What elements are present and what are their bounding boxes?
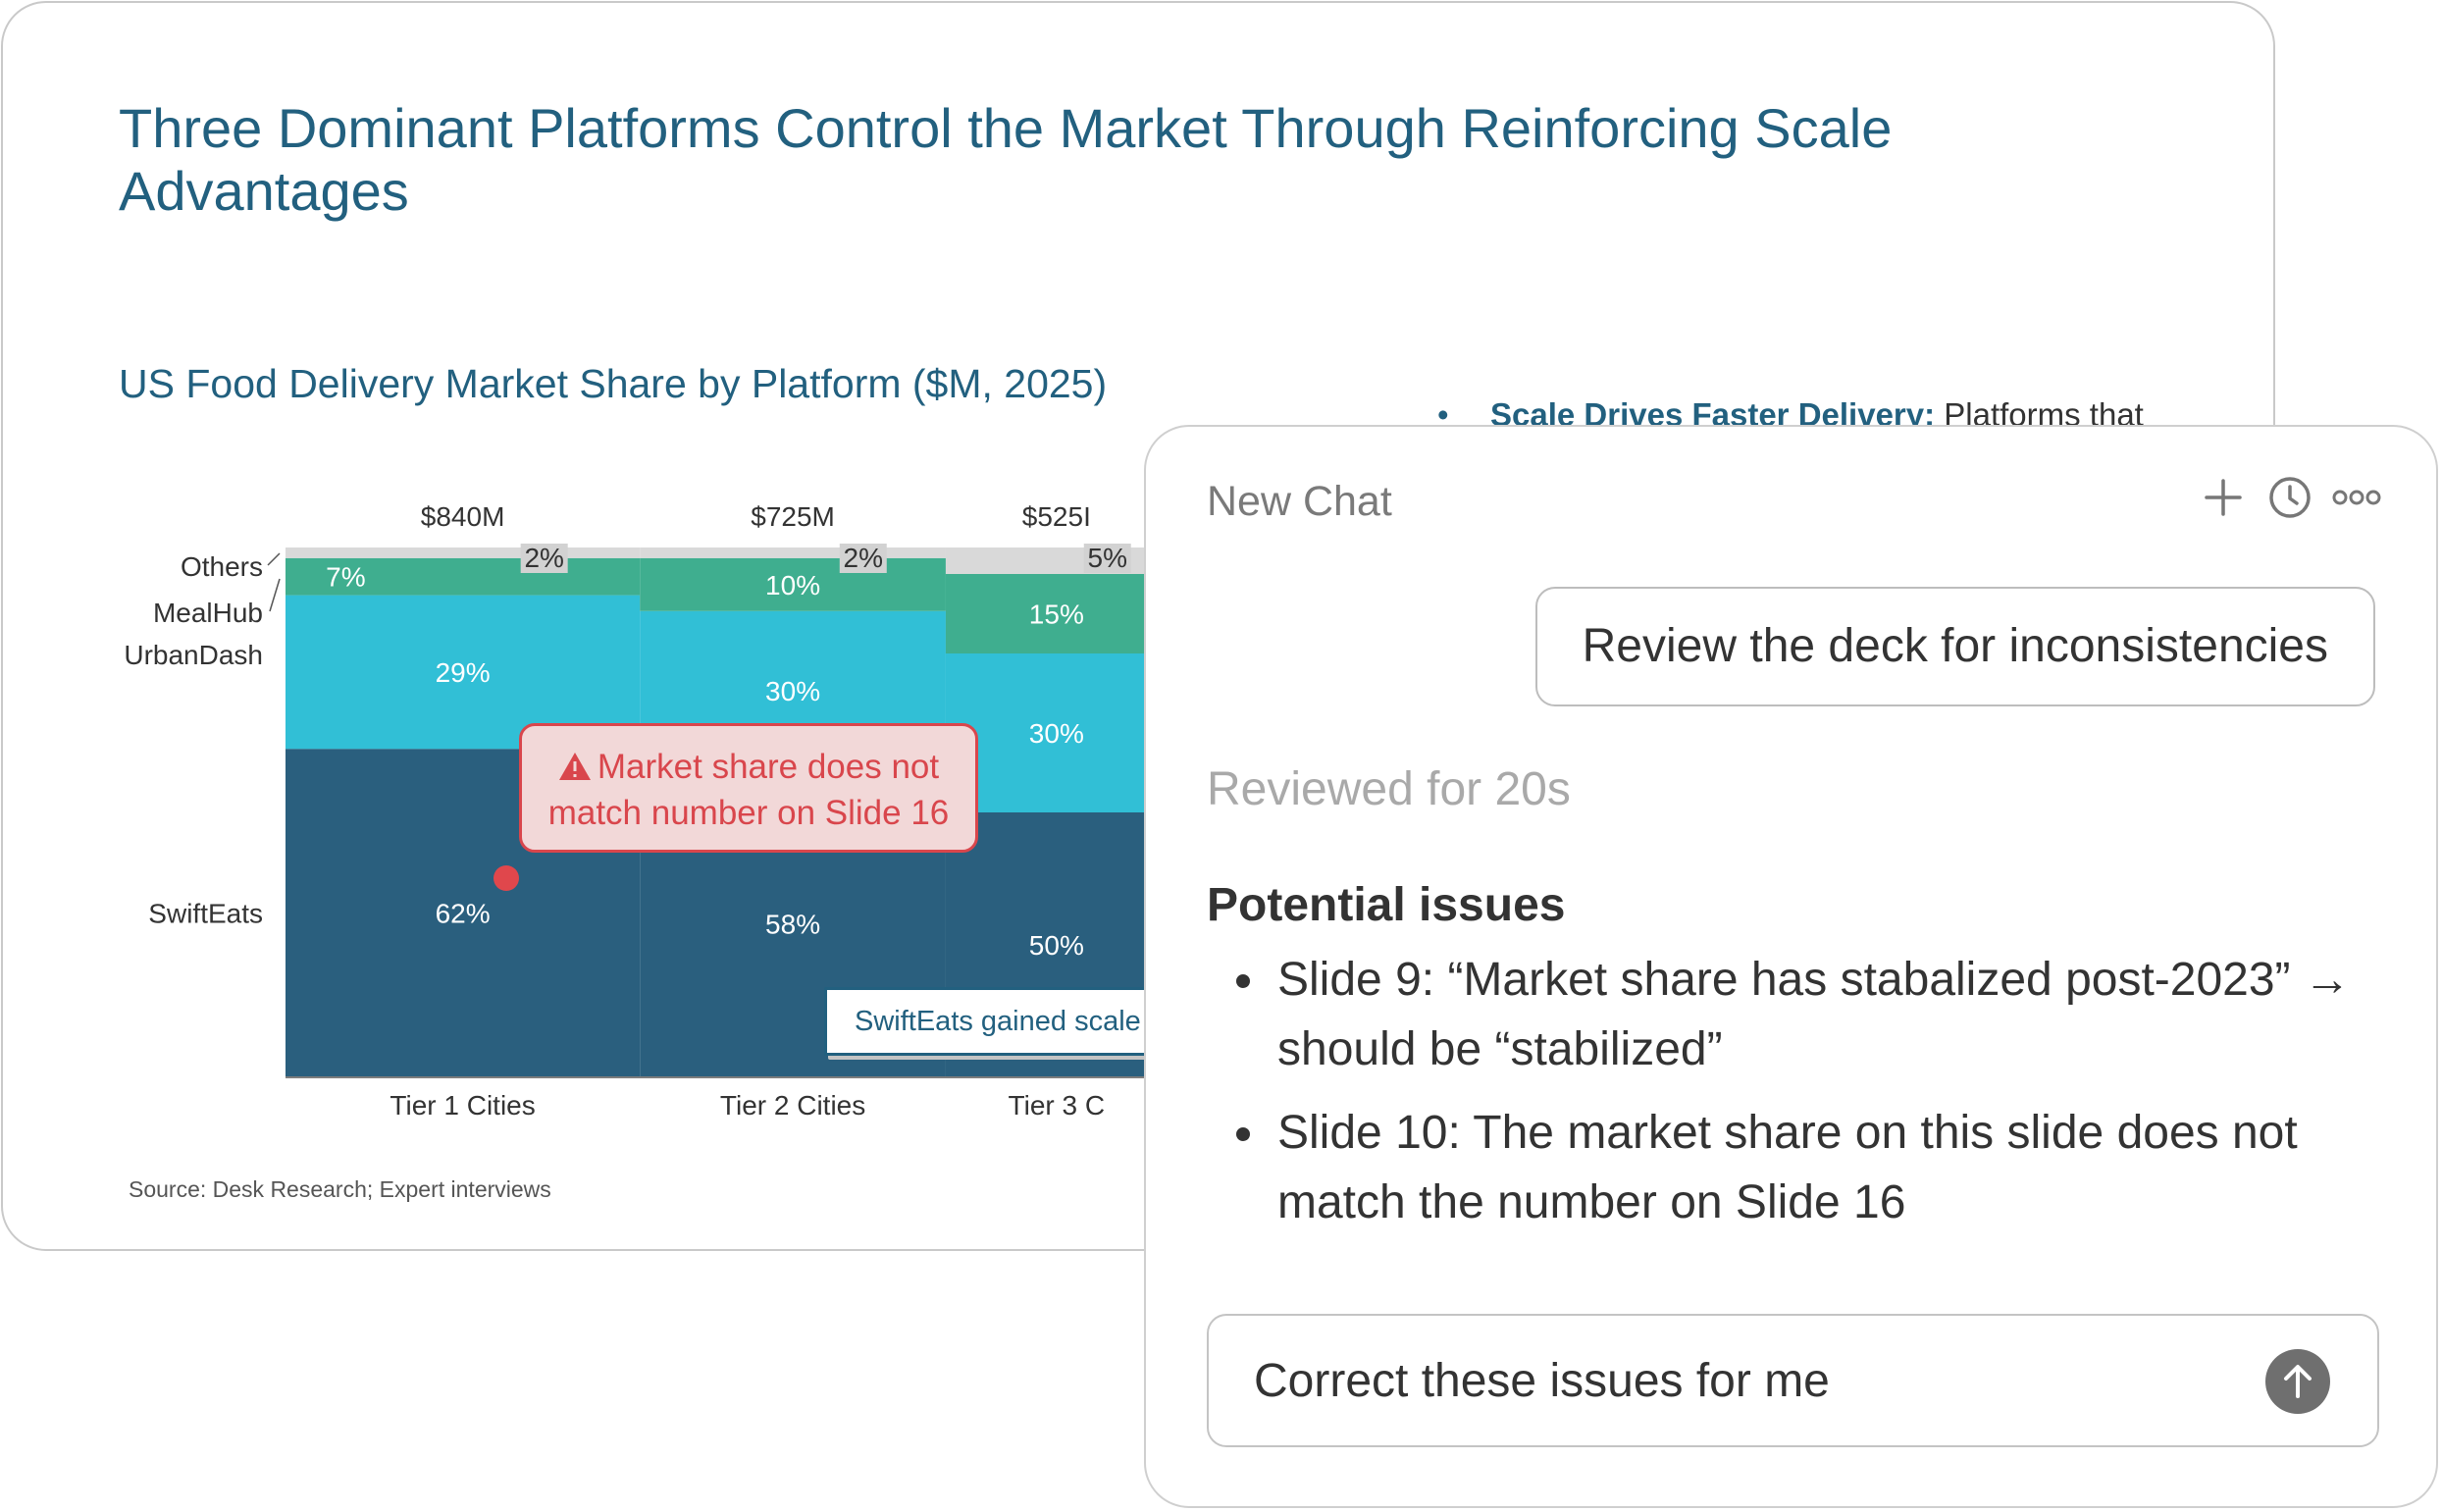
- annotation-marker-dot[interactable]: [494, 865, 519, 891]
- bar-segment-others: [640, 547, 946, 558]
- data-label: 7%: [326, 562, 365, 593]
- bar-segment-others: [286, 547, 641, 558]
- data-label: 5%: [1088, 543, 1127, 573]
- market-share-chart: 62% 29% 7% 2% $840M 58% 30% 10% 2% $725M 50% 30% 15%…: [124, 501, 1168, 1121]
- issue-item: Slide 9: “Market share has stabalized po…: [1207, 945, 2384, 1084]
- series-label-others: Others: [181, 551, 263, 582]
- data-label: 2%: [844, 543, 883, 573]
- data-label: 2%: [524, 543, 563, 573]
- x-axis-tick-label: Tier 2 Cities: [720, 1090, 865, 1121]
- plus-icon[interactable]: [2200, 474, 2247, 521]
- more-options-icon[interactable]: [2331, 474, 2382, 521]
- data-label: 10%: [765, 570, 820, 600]
- issues-heading: Potential issues: [1207, 879, 1566, 931]
- source-note: Source: Desk Research; Expert interviews: [129, 1176, 551, 1202]
- leader-line-mealhub: [269, 578, 281, 612]
- data-label: 29%: [436, 657, 491, 688]
- x-axis-tick-label: Tier 3 C: [1009, 1090, 1106, 1121]
- bar-total-label: $525I: [1022, 501, 1091, 532]
- series-label-urbandash: UrbanDash: [124, 640, 263, 670]
- chart-series-labels: SwiftEats UrbanDash MealHub Others: [124, 551, 281, 929]
- issue-item: Slide 10: The market share on this slide…: [1207, 1098, 2384, 1237]
- leader-line-others: [267, 552, 281, 566]
- bar-segment-others: [945, 547, 1168, 574]
- issues-list: Slide 9: “Market share has stabalized po…: [1207, 945, 2384, 1251]
- data-label: 30%: [765, 676, 820, 706]
- review-status[interactable]: Reviewed for 20s: [1207, 762, 1571, 816]
- warning-callout-text: Market share does not match number on Sl…: [547, 748, 950, 832]
- chart-axis: Tier 1 Cities Tier 2 Cities Tier 3 C: [286, 1076, 1168, 1121]
- screen: Three Dominant Platforms Control the Mar…: [0, 0, 2442, 1512]
- x-axis-tick-label: Tier 1 Cities: [390, 1090, 535, 1121]
- bar-total-label: $840M: [421, 501, 505, 532]
- message-composer: [1207, 1314, 2379, 1447]
- data-label: 58%: [765, 909, 820, 939]
- bar-total-label: $725M: [751, 501, 835, 532]
- data-label: 30%: [1029, 718, 1084, 749]
- data-label: 15%: [1029, 600, 1084, 630]
- data-label: 50%: [1029, 930, 1084, 961]
- user-message-bubble: Review the deck for inconsistencies: [1534, 587, 2375, 706]
- history-clock-icon[interactable]: [2266, 474, 2313, 521]
- data-label: 62%: [436, 899, 491, 929]
- series-label-mealhub: MealHub: [153, 598, 263, 628]
- arrow-up-icon: [2284, 1365, 2312, 1398]
- chat-panel: New Chat Review the deck for inconsisten…: [1144, 425, 2438, 1508]
- send-button[interactable]: [2265, 1349, 2330, 1414]
- series-label-swifteats: SwiftEats: [148, 899, 263, 929]
- message-input[interactable]: [1254, 1316, 2215, 1445]
- chat-title: New Chat: [1207, 478, 1392, 525]
- inconsistency-warning-callout[interactable]: Market share does not match number on Sl…: [519, 723, 978, 853]
- warning-triangle-icon: [558, 749, 592, 792]
